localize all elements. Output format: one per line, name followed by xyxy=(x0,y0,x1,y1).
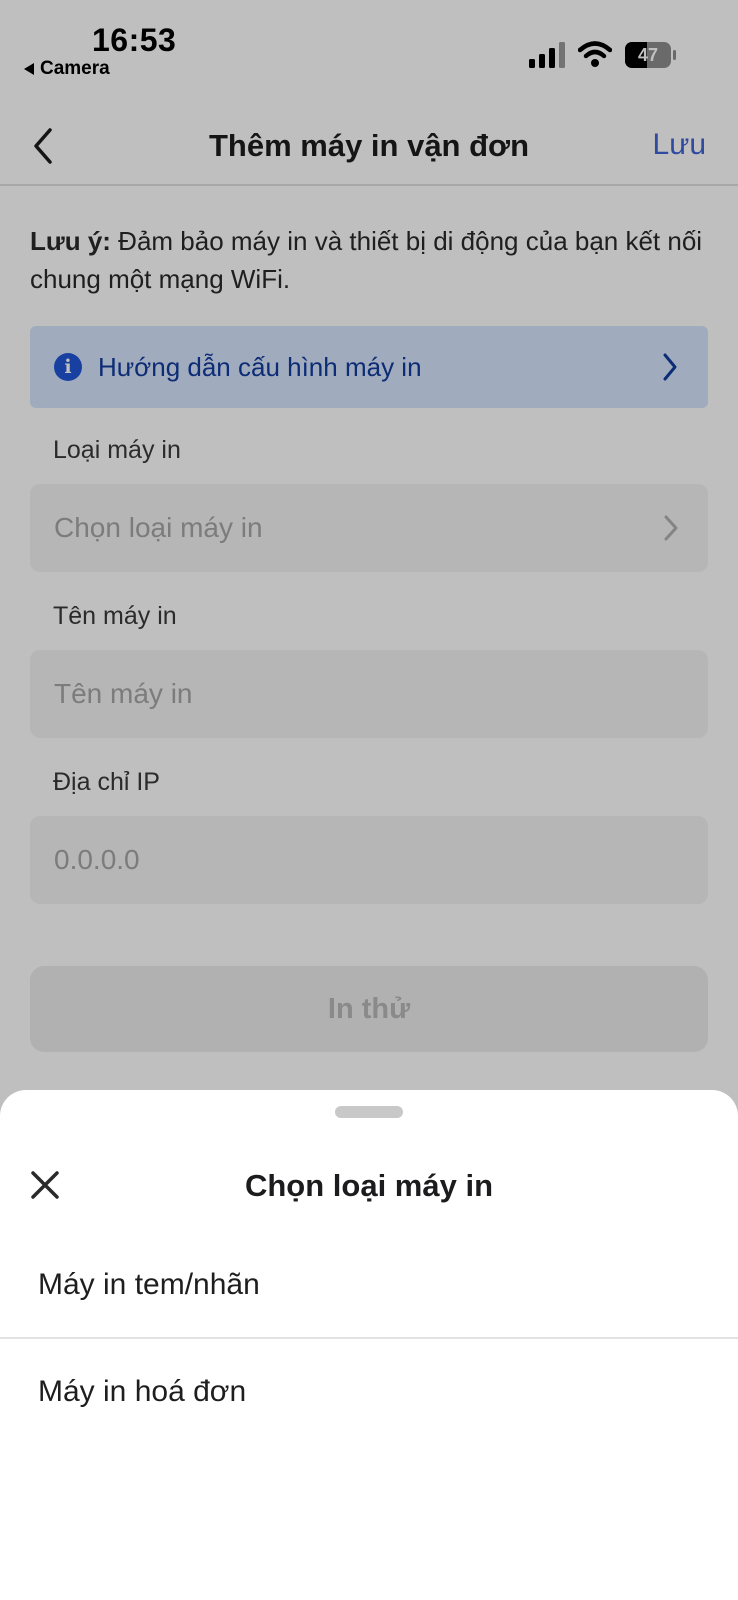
option-label: Máy in tem/nhãn xyxy=(38,1268,260,1301)
option-receipt-printer[interactable]: Máy in hoá đơn xyxy=(0,1339,738,1445)
option-label: Máy in hoá đơn xyxy=(38,1375,247,1408)
sheet-drag-handle[interactable] xyxy=(335,1106,403,1118)
sheet-title: Chọn loại máy in xyxy=(244,1168,494,1203)
option-label-printer[interactable]: Máy in tem/nhãn xyxy=(0,1232,738,1338)
